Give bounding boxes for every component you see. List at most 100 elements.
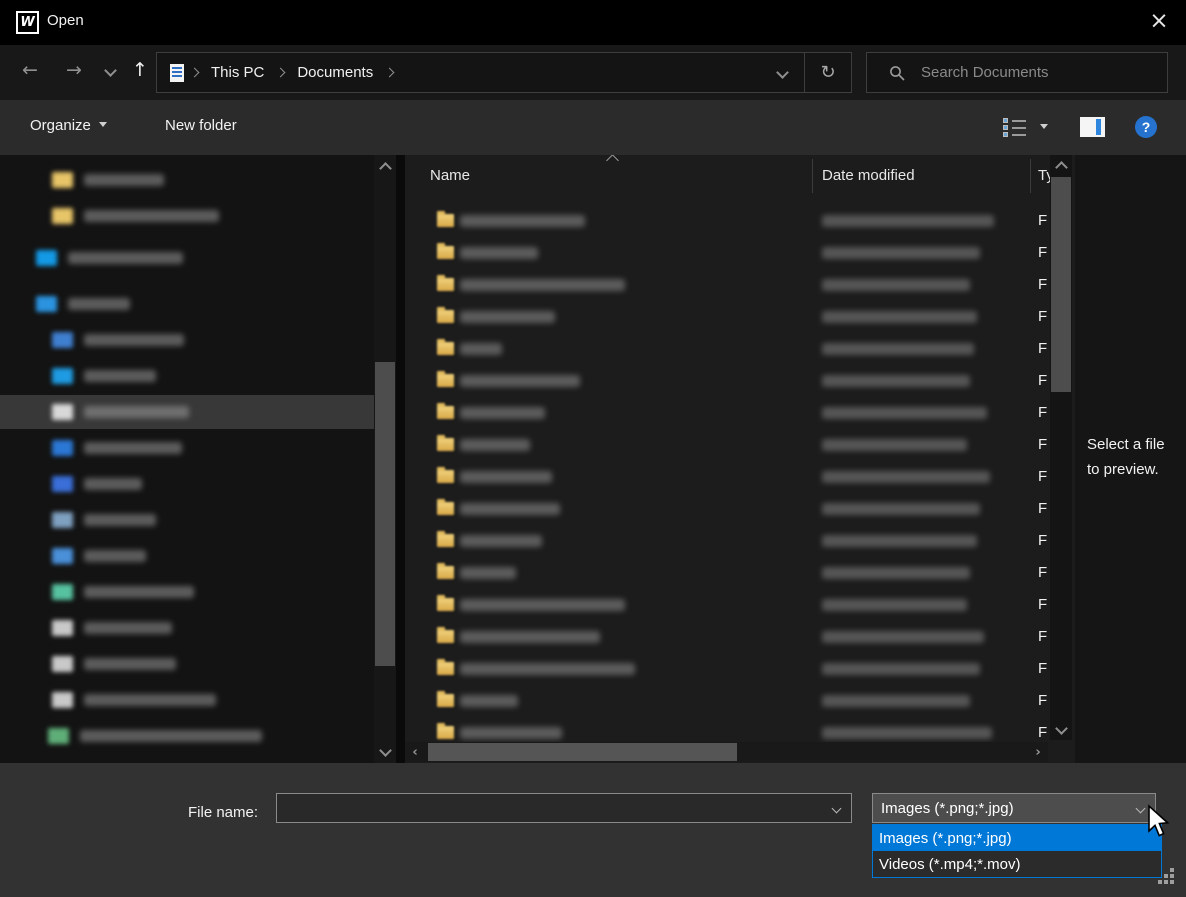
file-name-redacted — [460, 567, 516, 579]
sidebar-item[interactable] — [0, 287, 374, 321]
sidebar-item[interactable] — [0, 719, 374, 753]
title-bar: W Open × — [0, 0, 1186, 45]
sidebar-scrollbar-thumb[interactable] — [375, 362, 395, 666]
file-name-redacted — [460, 279, 625, 291]
sidebar-item[interactable] — [0, 683, 374, 717]
scroll-up-icon[interactable] — [374, 158, 396, 178]
sidebar-item[interactable] — [0, 431, 374, 465]
file-type-truncated: F — [1038, 628, 1047, 645]
sidebar-item[interactable] — [0, 241, 374, 275]
file-type-option[interactable]: Images (*.png;*.jpg) — [873, 825, 1161, 851]
sidebar-item[interactable] — [0, 359, 374, 393]
folder-icon — [437, 598, 454, 611]
new-folder-button[interactable]: New folder — [165, 117, 237, 134]
file-row[interactable]: F — [405, 237, 1050, 269]
sidebar-item[interactable] — [0, 503, 374, 537]
address-bar[interactable]: This PC Documents ↻ — [156, 52, 852, 93]
file-row[interactable]: F — [405, 557, 1050, 589]
file-type-select[interactable]: Images (*.png;*.jpg) — [872, 793, 1156, 823]
folder-icon — [437, 534, 454, 547]
details-view-icon[interactable] — [1003, 118, 1027, 137]
file-list-vertical-scrollbar[interactable] — [1050, 155, 1072, 740]
file-row[interactable]: F — [405, 461, 1050, 493]
file-row[interactable]: F — [405, 685, 1050, 717]
date-modified-redacted — [822, 727, 992, 739]
recent-locations-chevron-icon[interactable] — [104, 64, 117, 77]
file-name-field[interactable] — [277, 800, 821, 817]
sidebar-item-label-redacted — [84, 694, 216, 706]
sidebar-item[interactable] — [0, 395, 374, 429]
file-row[interactable]: F — [405, 621, 1050, 653]
sidebar-item-label-redacted — [84, 442, 182, 454]
file-name-redacted — [460, 599, 625, 611]
breadcrumb-documents[interactable]: Documents — [291, 64, 379, 81]
file-row[interactable]: F — [405, 589, 1050, 621]
sidebar-item-label-redacted — [84, 658, 176, 670]
sidebar-item[interactable] — [0, 199, 374, 233]
refresh-icon[interactable]: ↻ — [804, 53, 851, 92]
search-input[interactable]: Search Documents — [866, 52, 1168, 93]
file-type-truncated: F — [1038, 436, 1047, 453]
preview-pane-icon[interactable] — [1080, 117, 1105, 137]
date-modified-redacted — [822, 599, 967, 611]
file-row[interactable]: F — [405, 493, 1050, 525]
resize-grip[interactable] — [1158, 868, 1176, 886]
file-type-truncated: F — [1038, 500, 1047, 517]
file-type-option[interactable]: Videos (*.mp4;*.mov) — [873, 851, 1161, 877]
file-row[interactable]: F — [405, 365, 1050, 397]
scroll-left-icon[interactable]: ‹ — [405, 742, 425, 762]
sidebar-item[interactable] — [0, 467, 374, 501]
file-name-dropdown-chevron-icon[interactable] — [821, 805, 851, 812]
folder-icon — [437, 374, 454, 387]
document-icon — [170, 64, 184, 82]
file-type-truncated: F — [1038, 532, 1047, 549]
folder-icon — [437, 726, 454, 739]
file-list: Name Date modified Ty FFFFFFFFFFFFFFFFF … — [405, 155, 1075, 763]
file-row[interactable]: F — [405, 525, 1050, 557]
sidebar-item[interactable] — [0, 611, 374, 645]
word-app-icon: W — [16, 11, 39, 34]
sidebar-item[interactable] — [0, 575, 374, 609]
column-divider[interactable] — [812, 159, 813, 193]
file-row[interactable]: F — [405, 205, 1050, 237]
file-row[interactable]: F — [405, 653, 1050, 685]
column-header-name[interactable]: Name — [430, 167, 470, 184]
sidebar-item[interactable] — [0, 647, 374, 681]
organize-button[interactable]: Organize — [30, 117, 107, 134]
scroll-down-icon[interactable] — [1050, 718, 1072, 738]
sidebar-item[interactable] — [0, 323, 374, 357]
sidebar-item[interactable] — [0, 163, 374, 197]
preview-message: to preview. — [1087, 461, 1159, 478]
address-dropdown-button[interactable] — [760, 53, 804, 92]
close-icon[interactable]: × — [1143, 6, 1175, 38]
file-list-scrollbar-thumb[interactable] — [1051, 177, 1071, 392]
file-row[interactable]: F — [405, 301, 1050, 333]
column-divider[interactable] — [1030, 159, 1031, 193]
folder-icon — [437, 662, 454, 675]
pictures-icon — [52, 512, 73, 528]
file-name-redacted — [460, 311, 555, 323]
date-modified-redacted — [822, 535, 977, 547]
sidebar-item[interactable] — [0, 539, 374, 573]
up-icon[interactable]: ↑ — [132, 59, 148, 81]
date-modified-redacted — [822, 439, 967, 451]
scroll-up-icon[interactable] — [1050, 157, 1072, 177]
file-name-combobox[interactable] — [276, 793, 852, 823]
help-icon[interactable]: ? — [1135, 116, 1157, 138]
view-options-caret-icon[interactable] — [1040, 124, 1048, 129]
file-row[interactable]: F — [405, 429, 1050, 461]
breadcrumb-this-pc[interactable]: This PC — [205, 64, 270, 81]
file-row[interactable]: F — [405, 333, 1050, 365]
file-type-truncated: F — [1038, 308, 1047, 325]
scroll-down-icon[interactable] — [374, 740, 396, 760]
horizontal-scrollbar-thumb[interactable] — [428, 743, 737, 761]
file-row[interactable]: F — [405, 397, 1050, 429]
scroll-right-icon[interactable]: › — [1028, 742, 1048, 762]
column-header-date-modified[interactable]: Date modified — [822, 167, 915, 184]
forward-icon[interactable]: → — [66, 59, 82, 81]
file-list-horizontal-scrollbar[interactable]: ‹ › — [405, 742, 1048, 762]
sidebar-scrollbar[interactable] — [374, 155, 396, 763]
back-icon[interactable]: ← — [22, 59, 38, 81]
date-modified-redacted — [822, 375, 970, 387]
file-row[interactable]: F — [405, 269, 1050, 301]
